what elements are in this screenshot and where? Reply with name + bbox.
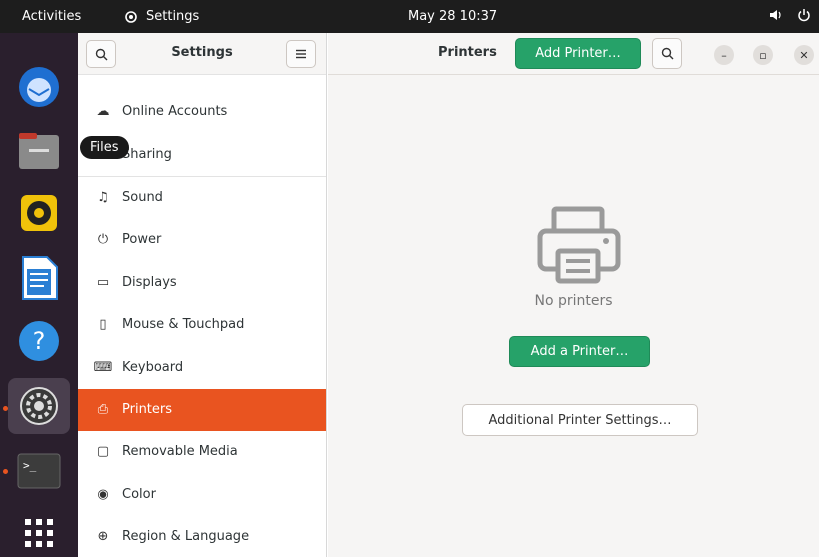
- sidebar-item-removable-media[interactable]: ▢ Removable Media: [78, 431, 326, 473]
- help-icon: ?: [19, 321, 59, 361]
- main-header: Printers Add Printer… – ▫ ✕: [328, 33, 819, 75]
- sidebar-item-label: Region & Language: [122, 529, 250, 545]
- sidebar-item-label: Mouse & Touchpad: [122, 317, 245, 333]
- document-icon: [22, 256, 58, 300]
- settings-icon: [20, 387, 58, 425]
- add-a-printer-button[interactable]: Add a Printer…: [509, 336, 650, 367]
- svg-text:?: ?: [33, 327, 46, 355]
- sidebar-clipped-item: [78, 75, 326, 91]
- app-menu-label: Settings: [146, 9, 200, 24]
- sidebar-menu-button[interactable]: [286, 40, 316, 68]
- grid-icon: [25, 519, 53, 547]
- panel-title: Printers: [438, 45, 497, 60]
- sidebar-item-label: Color: [122, 486, 156, 502]
- sidebar-item-keyboard[interactable]: ⌨ Keyboard: [78, 346, 326, 388]
- app-menu[interactable]: Settings: [124, 9, 199, 24]
- gear-icon: [125, 10, 137, 23]
- top-bar: Activities Settings May 28 10:37: [0, 0, 819, 33]
- mouse-icon: ▯: [99, 317, 107, 333]
- thunderbird-icon: [19, 67, 59, 107]
- minimize-button[interactable]: –: [714, 45, 734, 65]
- clock[interactable]: May 28 10:37: [408, 9, 497, 24]
- settings-launcher[interactable]: [8, 378, 70, 434]
- sidebar-item-label: Displays: [122, 274, 177, 290]
- volume-icon: [770, 10, 781, 20]
- sidebar-item-sound[interactable]: ♫ Sound: [78, 177, 326, 219]
- sidebar-item-label: Keyboard: [122, 359, 184, 375]
- sidebar-item-label: Removable Media: [122, 444, 238, 460]
- system-tray[interactable]: [769, 8, 811, 22]
- sidebar-item-label: Power: [122, 232, 162, 248]
- minimize-icon: –: [721, 48, 727, 62]
- dock-tooltip: Files: [80, 136, 129, 159]
- sidebar-item-label: Printers: [122, 401, 173, 417]
- sidebar-item-color[interactable]: ◉ Color: [78, 474, 326, 516]
- sidebar-item-label: Online Accounts: [122, 104, 228, 120]
- show-applications-button[interactable]: [8, 505, 70, 557]
- sidebar-item-displays[interactable]: ▭ Displays: [78, 262, 326, 304]
- activities-button[interactable]: Activities: [22, 9, 81, 24]
- folder-icon: [19, 133, 59, 169]
- close-button[interactable]: ✕: [794, 45, 814, 65]
- help-launcher[interactable]: ?: [8, 313, 70, 369]
- sidebar-item-label: Sound: [122, 189, 163, 205]
- media-icon: ▢: [96, 444, 110, 460]
- sidebar-header: Settings: [78, 33, 326, 75]
- color-icon: ◉: [97, 486, 109, 502]
- svg-text:>_: >_: [23, 459, 37, 472]
- cloud-icon: ☁: [96, 104, 110, 120]
- terminal-icon: >_: [17, 453, 61, 489]
- terminal-launcher[interactable]: >_: [8, 443, 70, 499]
- files-launcher[interactable]: [8, 123, 70, 179]
- sidebar-item-power[interactable]: ⏻ Power: [78, 219, 326, 261]
- music-note-icon: ♫: [97, 189, 109, 205]
- display-icon: ▭: [96, 274, 110, 290]
- dock: ? >_: [0, 33, 78, 557]
- power-icon: ⏻: [97, 232, 109, 248]
- thunderbird-launcher[interactable]: [8, 59, 70, 115]
- close-icon: ✕: [799, 48, 809, 62]
- printer-icon: ⎙: [97, 401, 109, 417]
- additional-printer-settings-button[interactable]: Additional Printer Settings…: [462, 404, 698, 436]
- printer-placeholder-icon: [537, 206, 621, 284]
- writer-launcher[interactable]: [8, 250, 70, 306]
- keyboard-icon: ⌨: [93, 359, 113, 375]
- globe-icon: ⊕: [97, 529, 109, 545]
- maximize-icon: ▫: [759, 48, 767, 62]
- printer-search-button[interactable]: [652, 38, 682, 69]
- empty-state-label: No printers: [534, 293, 613, 309]
- hamburger-icon: [296, 49, 306, 59]
- search-icon: [661, 47, 673, 60]
- settings-sidebar: Settings ☁ Online Accounts ⇄ Sharing ♫ S…: [78, 33, 327, 557]
- printers-panel: Printers Add Printer… – ▫ ✕ No printers …: [328, 33, 819, 557]
- speaker-icon: [21, 195, 57, 231]
- sidebar-item-mouse-touchpad[interactable]: ▯ Mouse & Touchpad: [78, 304, 326, 346]
- sidebar-item-printers[interactable]: ⎙ Printers: [78, 388, 326, 432]
- power-icon: [798, 9, 810, 22]
- add-printer-button[interactable]: Add Printer…: [515, 38, 641, 69]
- maximize-button[interactable]: ▫: [753, 45, 773, 65]
- sidebar-item-label: Sharing: [122, 146, 172, 162]
- sidebar-item-online-accounts[interactable]: ☁ Online Accounts: [78, 91, 326, 133]
- sidebar-item-region-language[interactable]: ⊕ Region & Language: [78, 516, 326, 557]
- rhythmbox-launcher[interactable]: [8, 185, 70, 241]
